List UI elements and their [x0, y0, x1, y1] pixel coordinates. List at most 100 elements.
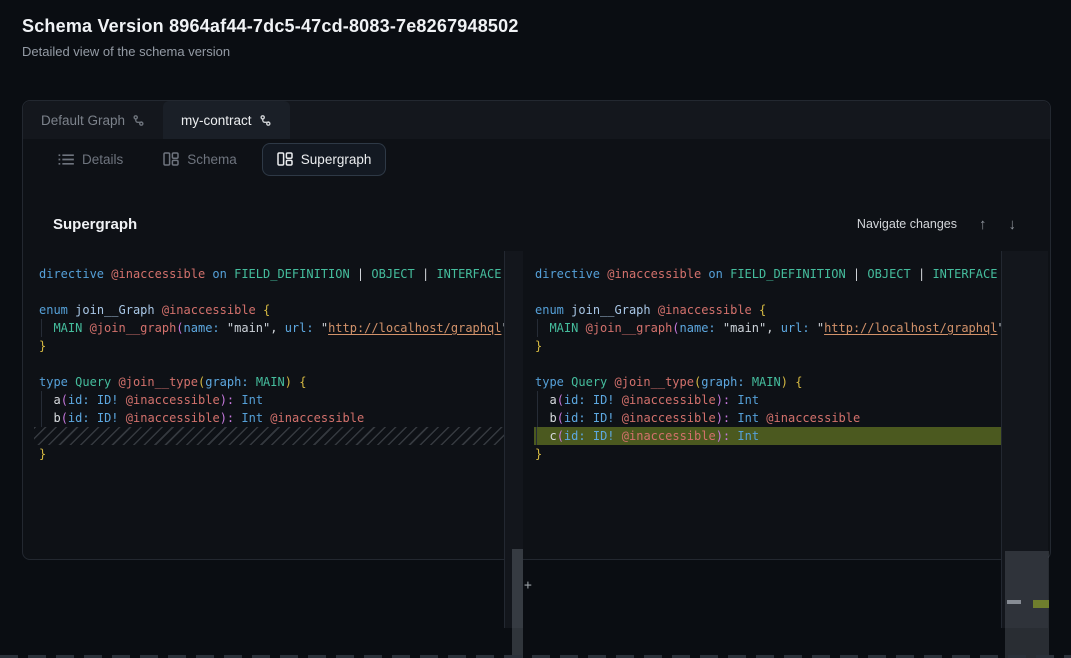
- code-token: "main": [723, 321, 766, 335]
- code-token: http://localhost/graphql: [328, 321, 501, 335]
- code-token: [615, 429, 622, 443]
- list-icon: [58, 153, 74, 166]
- panels-icon: [277, 152, 293, 166]
- code-token: [119, 411, 126, 425]
- code-token: [119, 393, 126, 407]
- code-token: @join__graph: [586, 321, 673, 335]
- code-line: a(id: ID! @inaccessible): Int: [535, 391, 1001, 409]
- code-token: (: [557, 393, 564, 407]
- code-token: @inaccessible: [622, 393, 716, 407]
- left-pane-scrollbar-thumb[interactable]: [512, 549, 523, 658]
- code-token: Int: [241, 411, 263, 425]
- next-change-button[interactable]: ↓: [1009, 217, 1017, 232]
- code-token: "main": [227, 321, 270, 335]
- code-token: ID!: [97, 411, 119, 425]
- code-token: {: [263, 303, 270, 317]
- code-token: (: [557, 411, 564, 425]
- code-token: [82, 321, 89, 335]
- code-token: graph:: [701, 375, 744, 389]
- code-token: name:: [680, 321, 716, 335]
- code-token: id:: [564, 393, 586, 407]
- code-token: @inaccessible: [126, 411, 220, 425]
- view-subtabs: Details Schema Supergraph: [23, 139, 1050, 179]
- variant-tab-label: Default Graph: [41, 113, 125, 128]
- code-token: |: [350, 267, 372, 281]
- code-token: (: [61, 393, 68, 407]
- code-token: c: [549, 429, 556, 443]
- code-token: [752, 303, 759, 317]
- code-token: http://localhost/graphql: [824, 321, 997, 335]
- code-token: {: [759, 303, 766, 317]
- code-token: }: [39, 447, 46, 461]
- code-token: @inaccessible: [162, 303, 256, 317]
- code-line: [39, 283, 504, 301]
- page: { "header": { "title": "Schema Version 8…: [0, 0, 1071, 658]
- code-token: @join__graph: [90, 321, 177, 335]
- code-token: [256, 303, 263, 317]
- code-token: [39, 321, 53, 335]
- tab-supergraph[interactable]: Supergraph: [262, 143, 387, 176]
- tab-default-graph[interactable]: Default Graph: [23, 101, 163, 139]
- tab-details[interactable]: Details: [43, 143, 138, 176]
- code-token: [607, 375, 614, 389]
- original-code: directive @inaccessible on FIELD_DEFINIT…: [39, 265, 504, 463]
- tab-my-contract[interactable]: my-contract: [163, 101, 290, 139]
- left-pane-scrollbar-track[interactable]: [504, 251, 523, 628]
- code-token: @inaccessible: [607, 267, 701, 281]
- page-header: Schema Version 8964af44-7dc5-47cd-8083-7…: [22, 16, 519, 59]
- code-token: @inaccessible: [270, 411, 364, 425]
- modified-code: directive @inaccessible on FIELD_DEFINIT…: [535, 265, 1001, 463]
- code-token: }: [39, 339, 46, 353]
- code-token: MAIN: [256, 375, 285, 389]
- code-line: MAIN @join__graph(name: "main", url: "ht…: [39, 319, 504, 337]
- previous-change-button[interactable]: ↑: [979, 217, 987, 232]
- code-token: ): [781, 375, 788, 389]
- code-line: [535, 355, 1001, 373]
- code-line: }: [535, 337, 1001, 355]
- code-token: MAIN: [53, 321, 82, 335]
- diff-pane-modified[interactable]: directive @inaccessible on FIELD_DEFINIT…: [523, 251, 1001, 561]
- code-token: [745, 375, 752, 389]
- code-token: {: [795, 375, 802, 389]
- code-token: [535, 321, 549, 335]
- code-token: (: [672, 321, 679, 335]
- diff-editor: directive @inaccessible on FIELD_DEFINIT…: [23, 251, 1050, 628]
- code-token: id:: [68, 393, 90, 407]
- code-line: }: [39, 337, 504, 355]
- diff-pane-original[interactable]: directive @inaccessible on FIELD_DEFINIT…: [23, 251, 504, 561]
- code-token: }: [535, 339, 542, 353]
- code-line: enum join__Graph @inaccessible {: [535, 301, 1001, 319]
- code-token: enum: [535, 303, 564, 317]
- code-token: [615, 393, 622, 407]
- code-token: ):: [716, 411, 730, 425]
- code-token: ):: [716, 429, 730, 443]
- code-token: id:: [564, 411, 586, 425]
- code-token: id:: [68, 411, 90, 425]
- code-token: Query: [571, 375, 607, 389]
- code-token: ,: [766, 321, 780, 335]
- code-token: [90, 411, 97, 425]
- tab-schema[interactable]: Schema: [148, 143, 252, 176]
- code-token: type: [39, 375, 68, 389]
- subtab-label: Schema: [187, 152, 237, 167]
- code-line: MAIN @join__graph(name: "main", url: "ht…: [535, 319, 1001, 337]
- code-token: [586, 429, 593, 443]
- code-token: (: [176, 321, 183, 335]
- minimap[interactable]: [1001, 251, 1048, 628]
- code-token: INTERFACE: [932, 267, 997, 281]
- code-token: @inaccessible: [622, 429, 716, 443]
- page-title: Schema Version 8964af44-7dc5-47cd-8083-7…: [22, 16, 519, 37]
- minimap-text-mark: [1007, 600, 1021, 604]
- code-token: ): [285, 375, 292, 389]
- code-token: (: [557, 429, 564, 443]
- added-code-line: c(id: ID! @inaccessible): Int: [534, 427, 1001, 445]
- code-token: FIELD_DEFINITION: [234, 267, 350, 281]
- navigate-changes-label: Navigate changes: [857, 217, 957, 231]
- code-line: enum join__Graph @inaccessible {: [39, 301, 504, 319]
- diff-placeholder-row: [34, 427, 504, 445]
- code-token: ID!: [593, 393, 615, 407]
- code-token: ):: [220, 393, 234, 407]
- code-token: MAIN: [549, 321, 578, 335]
- code-token: |: [911, 267, 933, 281]
- code-token: url:: [285, 321, 314, 335]
